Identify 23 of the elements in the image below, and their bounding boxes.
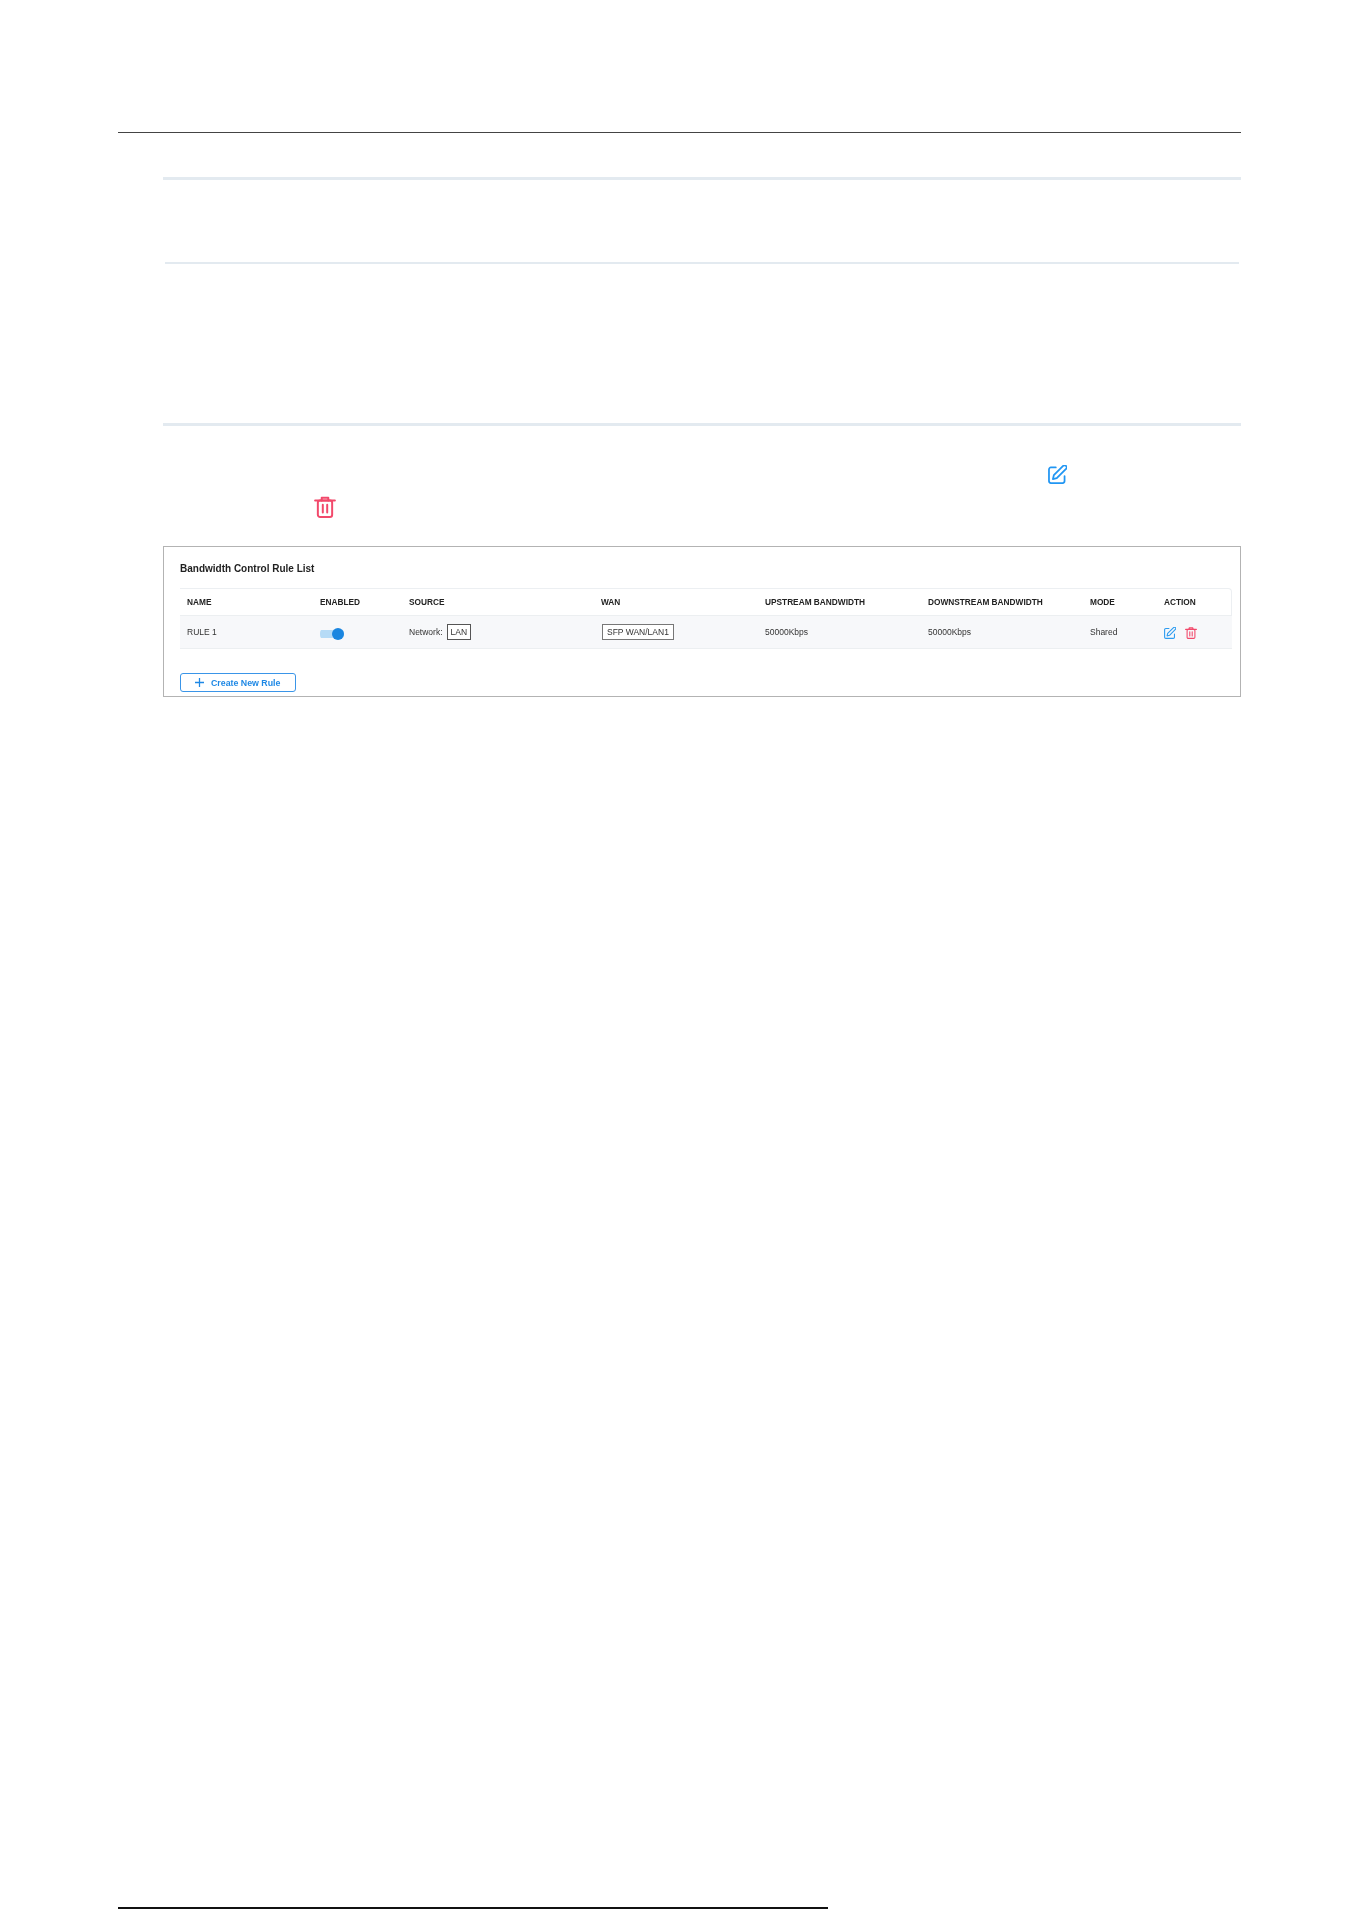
- trash-icon: [314, 496, 336, 518]
- column-header: NAME: [186, 597, 212, 607]
- column-header: DOWNSTREAM BANDWIDTH: [927, 597, 1043, 607]
- edit-icon: [1048, 465, 1067, 484]
- table-cell: 50000Kbps: [765, 627, 808, 637]
- plus-icon: [195, 678, 204, 687]
- column-header: MODE: [1089, 597, 1115, 607]
- toggle-switch[interactable]: [320, 627, 344, 640]
- table-cell: Shared: [1090, 627, 1118, 637]
- edit-icon[interactable]: [1164, 627, 1176, 639]
- card-title: Bandwidth Control Rule List: [180, 562, 315, 576]
- column-header: WAN: [600, 597, 621, 607]
- column-header: ACTION: [1163, 597, 1196, 607]
- wan-tag: SFP WAN/LAN1: [602, 624, 674, 640]
- column-header: SOURCE: [408, 597, 445, 607]
- create-rule-button[interactable]: Create New Rule: [180, 673, 296, 692]
- column-header: ENABLED: [319, 597, 361, 607]
- table-cell: 50000Kbps: [928, 627, 971, 637]
- table-cell: RULE 1: [187, 627, 217, 637]
- trash-icon[interactable]: [1185, 627, 1197, 639]
- source-tag: LAN: [446, 624, 472, 640]
- column-header: UPSTREAM BANDWIDTH: [764, 597, 866, 607]
- source-label: Network:: [409, 627, 443, 637]
